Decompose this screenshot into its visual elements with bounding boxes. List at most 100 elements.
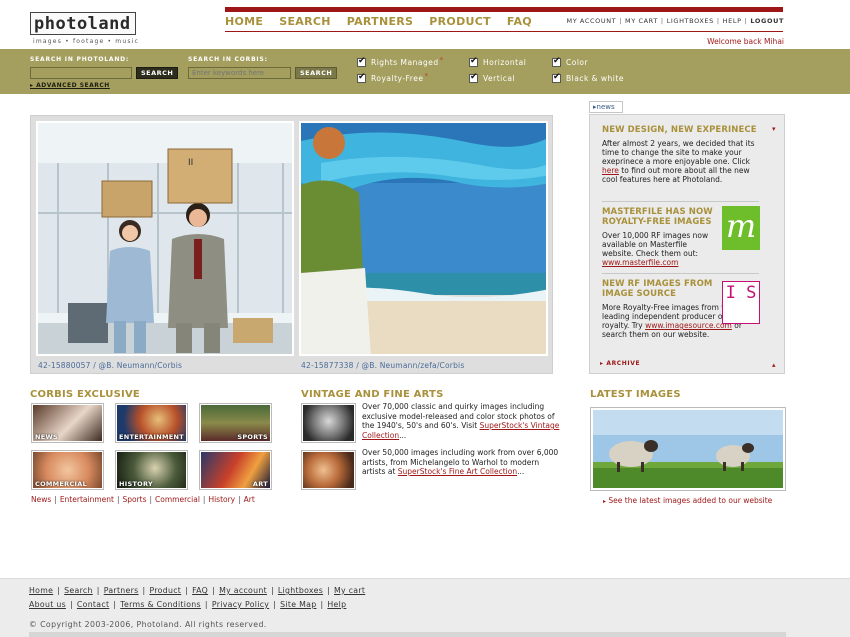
filter-horizontal[interactable]: Horizontal: [469, 56, 526, 67]
checkbox-icon[interactable]: [469, 72, 478, 83]
corbis-link-news[interactable]: News: [31, 495, 51, 504]
footer-my-account[interactable]: My account: [219, 586, 267, 595]
corbis-thumb-news[interactable]: NEWS: [31, 403, 104, 443]
latest-image-sheep[interactable]: [590, 407, 786, 491]
arrow-right-icon: ▸: [600, 360, 604, 367]
masterfile-logo[interactable]: m: [722, 206, 760, 250]
footer-privacy[interactable]: Privacy Policy: [212, 600, 269, 609]
footer-partners[interactable]: Partners: [104, 586, 139, 595]
footer-product[interactable]: Product: [149, 586, 181, 595]
arrow-right-icon: ▸: [603, 498, 607, 505]
footer-faq[interactable]: FAQ: [192, 586, 208, 595]
photoland-search-input[interactable]: [30, 67, 132, 79]
hero-image-business-people[interactable]: II: [36, 121, 294, 356]
corbis-thumb-sports[interactable]: SPORTS: [199, 403, 272, 443]
util-help[interactable]: HELP: [723, 17, 742, 25]
footer-links-secondary: About us | Contact | Terms & Conditions | P…: [29, 600, 347, 609]
vintage-thumb[interactable]: [301, 403, 356, 443]
advanced-search-link[interactable]: ▸ ADVANCED SEARCH: [30, 82, 110, 89]
hero-image-beach-scarf[interactable]: [299, 121, 548, 356]
corbis-thumb-entertainment[interactable]: ENTERTAINMENT: [115, 403, 188, 443]
photoland-search-button[interactable]: SEARCH: [136, 67, 179, 79]
nav-partners[interactable]: PARTNERS: [347, 15, 414, 28]
filter-rights-managed[interactable]: Rights Managed*: [357, 56, 444, 67]
filter-color[interactable]: Color: [552, 56, 588, 67]
corbis-search-button[interactable]: SEARCH: [295, 67, 338, 79]
corbis-link-entertainment[interactable]: Entertainment: [60, 495, 114, 504]
nav-underline: [225, 31, 783, 32]
footer-site-map[interactable]: Site Map: [280, 600, 316, 609]
nav-faq[interactable]: FAQ: [507, 15, 532, 28]
corbis-section-title: CORBIS EXCLUSIVE: [30, 389, 140, 400]
logo-tagline: images • footage • music: [33, 38, 140, 45]
util-lightboxes[interactable]: LIGHTBOXES: [667, 17, 714, 25]
site-logo[interactable]: photoland images • footage • music: [30, 12, 156, 46]
footer-home[interactable]: Home: [29, 586, 53, 595]
hero-caption-1: 42-15880057 / @B. Neumann/Corbis: [38, 361, 183, 370]
footer-terms[interactable]: Terms & Conditions: [120, 600, 201, 609]
checkbox-icon[interactable]: [469, 56, 478, 67]
nav-product[interactable]: PRODUCT: [429, 15, 491, 28]
footer-my-cart[interactable]: My cart: [334, 586, 365, 595]
vintage-section-title: VINTAGE AND FINE ARTS: [301, 389, 444, 400]
footer-about-us[interactable]: About us: [29, 600, 66, 609]
footer-links-primary: Home | Search | Partners | Product | FAQ | My…: [29, 586, 366, 595]
scroll-down-icon[interactable]: ▾: [772, 125, 776, 133]
checkbox-icon[interactable]: [552, 72, 561, 83]
svg-text:II: II: [188, 158, 193, 168]
filter-black-white[interactable]: Black & white: [552, 72, 624, 83]
fine-art-collection-link[interactable]: SuperStock's Fine Art Collection: [398, 467, 517, 476]
news-divider: [602, 201, 759, 202]
filter-royalty-free[interactable]: Royalty-Free*: [357, 72, 429, 83]
vintage-description: Over 70,000 classic and quirky images in…: [362, 402, 560, 440]
corbis-thumb-history[interactable]: HISTORY: [115, 450, 188, 490]
footer-contact[interactable]: Contact: [77, 600, 109, 609]
checkbox-icon[interactable]: [552, 56, 561, 67]
footer-search[interactable]: Search: [64, 586, 93, 595]
welcome-message: Welcome back Mihai: [707, 37, 784, 46]
latest-section-title: LATEST IMAGES: [590, 389, 681, 400]
latest-images-link[interactable]: ▸ See the latest images added to our web…: [603, 496, 772, 505]
corbis-link-sports[interactable]: Sports: [122, 495, 146, 504]
nav-search[interactable]: SEARCH: [279, 15, 331, 28]
fine-art-thumb[interactable]: [301, 450, 356, 490]
corbis-link-history[interactable]: History: [208, 495, 235, 504]
info-star-icon: *: [424, 72, 429, 80]
footer-help[interactable]: Help: [327, 600, 346, 609]
checkbox-icon[interactable]: [357, 56, 366, 67]
news-link-here[interactable]: here: [602, 166, 619, 175]
footer-strip: [29, 632, 786, 637]
filter-vertical[interactable]: Vertical: [469, 72, 515, 83]
imagesource-logo[interactable]: I S: [722, 281, 760, 324]
util-my-account[interactable]: MY ACCOUNT: [566, 17, 616, 25]
utility-nav: MY ACCOUNT | MY CART | LIGHTBOXES | HELP | L…: [566, 17, 784, 25]
corbis-link-art[interactable]: Art: [244, 495, 255, 504]
copyright: © Copyright 2003-2006, Photoland. All ri…: [29, 620, 267, 629]
corbis-thumb-art[interactable]: ART: [199, 450, 272, 490]
imagesource-link[interactable]: www.imagesource.com: [645, 321, 732, 330]
photoland-search-label: SEARCH IN PHOTOLAND:: [30, 56, 130, 63]
info-star-icon: *: [439, 56, 444, 64]
corbis-search-label: SEARCH IN CORBIS:: [188, 56, 268, 63]
arrow-right-icon: ▸: [30, 82, 34, 89]
masterfile-link[interactable]: www.masterfile.com: [602, 258, 678, 267]
footer-lightboxes[interactable]: Lightboxes: [278, 586, 323, 595]
corbis-link-commercial[interactable]: Commercial: [155, 495, 200, 504]
logo-wordmark: photoland: [30, 12, 136, 35]
news-item: MASTERFILE HAS NOW ROYALTY-FREE IMAGES O…: [602, 207, 713, 267]
news-item: NEW RF IMAGES FROM IMAGE SOURCE More Roy…: [602, 279, 758, 339]
header-top-bar: [225, 7, 783, 12]
news-tab[interactable]: ▸news: [589, 101, 623, 113]
util-my-cart[interactable]: MY CART: [625, 17, 658, 25]
corbis-search-input[interactable]: [188, 67, 291, 79]
scroll-up-icon[interactable]: ▴: [772, 361, 776, 369]
corbis-category-links: News | Entertainment | Sports | Commercial |…: [31, 495, 255, 504]
fine-art-description: Over 50,000 images including work from o…: [362, 448, 559, 476]
main-nav: HOME SEARCH PARTNERS PRODUCT FAQ: [225, 15, 532, 28]
corbis-thumb-commercial[interactable]: COMMERCIAL: [31, 450, 104, 490]
nav-home[interactable]: HOME: [225, 15, 263, 28]
util-logout[interactable]: LOGOUT: [750, 17, 784, 25]
search-bar: SEARCH IN PHOTOLAND: SEARCH SEARCH IN CO…: [0, 49, 850, 94]
news-archive-link[interactable]: ▸ ARCHIVE: [600, 360, 640, 367]
checkbox-icon[interactable]: [357, 72, 366, 83]
